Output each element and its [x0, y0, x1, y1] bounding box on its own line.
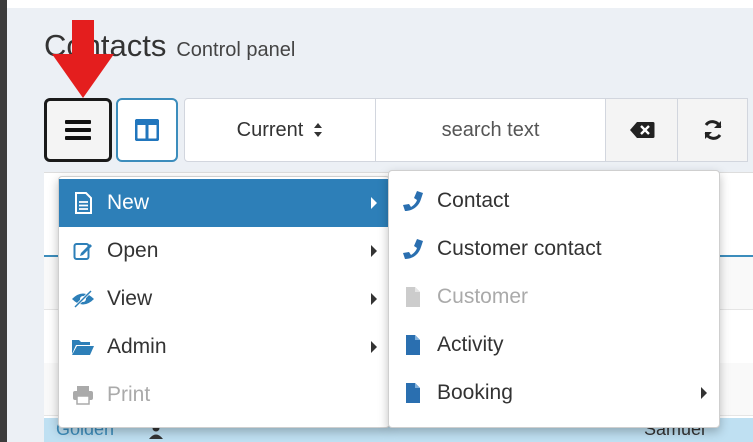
- menu-button[interactable]: [44, 98, 112, 162]
- columns-icon: [135, 119, 159, 141]
- menu-item-view[interactable]: View: [59, 275, 389, 323]
- submenu-item-activity[interactable]: Activity: [389, 321, 719, 369]
- toolbar: Current search text: [44, 98, 748, 162]
- phone-icon: [403, 191, 423, 211]
- select-arrows-icon: [314, 123, 323, 137]
- bars-icon: [65, 120, 91, 140]
- window-edge: [0, 0, 7, 442]
- submenu-item-customer[interactable]: Customer: [389, 273, 719, 321]
- phone-icon: [403, 239, 423, 259]
- caret-right-icon: [371, 245, 377, 257]
- search-input[interactable]: search text: [376, 98, 606, 162]
- caret-right-icon: [371, 293, 377, 305]
- page: Contacts Control panel Golden Samuel Cur…: [0, 0, 753, 442]
- clear-search-button[interactable]: [606, 98, 678, 162]
- edit-icon: [73, 243, 92, 260]
- file-icon: [406, 287, 420, 307]
- file-icon: [406, 383, 420, 403]
- menu-item-admin[interactable]: Admin: [59, 323, 389, 371]
- submenu-item-contact[interactable]: Contact: [389, 177, 719, 225]
- menu-item-print[interactable]: Print: [59, 371, 389, 419]
- file-text-icon: [75, 192, 92, 214]
- caret-right-icon: [371, 197, 377, 209]
- new-submenu: Contact Customer contact Customer Activi…: [388, 170, 720, 428]
- columns-button[interactable]: [116, 98, 178, 162]
- status-select-value: Current: [236, 118, 304, 141]
- main-menu: New Open View Admin Print: [58, 176, 390, 428]
- search-placeholder: search text: [441, 118, 540, 141]
- menu-item-label: Admin: [107, 335, 167, 358]
- menu-item-new[interactable]: New: [59, 179, 389, 227]
- submenu-item-customer-contact[interactable]: Customer contact: [389, 225, 719, 273]
- caret-right-icon: [701, 387, 707, 399]
- menu-item-label: Open: [107, 239, 159, 262]
- submenu-item-label: Contact: [437, 189, 510, 212]
- menu-item-label: Print: [107, 383, 151, 406]
- eye-slash-icon: [72, 290, 94, 308]
- submenu-item-label: Booking: [437, 381, 513, 404]
- red-arrow-annotation: [52, 20, 114, 98]
- submenu-item-label: Customer contact: [437, 237, 602, 260]
- refresh-icon: [704, 120, 721, 140]
- page-title-sub: Control panel: [176, 39, 296, 61]
- menu-item-open[interactable]: Open: [59, 227, 389, 275]
- submenu-item-booking[interactable]: Booking: [389, 369, 719, 417]
- menu-item-label: New: [107, 191, 150, 214]
- top-strip: [7, 0, 753, 8]
- print-icon: [73, 386, 93, 405]
- caret-right-icon: [371, 341, 377, 353]
- submenu-item-label: Customer: [437, 285, 529, 308]
- backspace-icon: [629, 122, 654, 138]
- file-icon: [406, 335, 420, 355]
- status-select[interactable]: Current: [184, 98, 376, 162]
- refresh-button[interactable]: [678, 98, 748, 162]
- menu-item-label: View: [107, 287, 153, 310]
- folder-open-icon: [72, 340, 94, 355]
- submenu-item-label: Activity: [437, 333, 504, 356]
